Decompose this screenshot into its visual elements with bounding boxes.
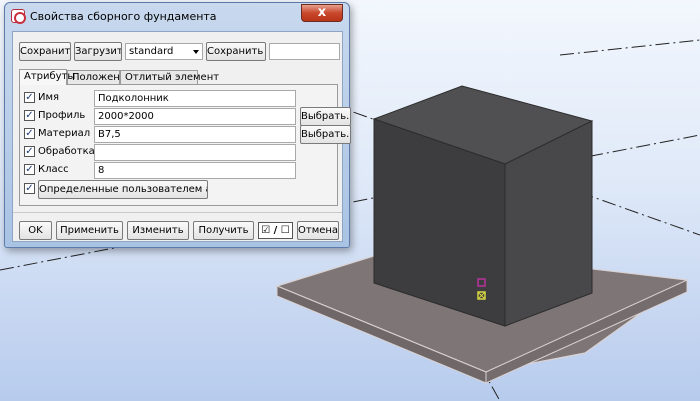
material-row: ✓ Материал B7,5 Выбрать... — [24, 125, 351, 144]
class-input[interactable]: 8 — [94, 162, 296, 179]
tab-attributes[interactable]: Атрибуты — [19, 69, 75, 85]
material-label: Материал — [38, 128, 91, 139]
save-button[interactable]: Сохранить — [19, 42, 71, 61]
precast-foundation-properties-dialog: Свойства сборного фундамента x Сохранить… — [4, 2, 351, 248]
preset-dropdown[interactable]: standard — [125, 43, 203, 60]
material-input[interactable]: B7,5 — [94, 126, 296, 143]
save-as-button[interactable]: Сохранить как — [206, 42, 266, 61]
toggle-all-checkboxes[interactable]: ☑ / ☐ — [258, 222, 293, 239]
load-button[interactable]: Загрузить — [74, 42, 122, 61]
attributes-panel: ✓ Имя Подколонник ✓ Профиль 2000*2000 Вы… — [19, 84, 351, 206]
material-checkbox[interactable]: ✓ — [24, 128, 35, 139]
footer-separator — [13, 212, 342, 213]
user-attributes-checkbox[interactable]: ✓ — [24, 183, 35, 194]
cancel-button[interactable]: Отмена — [297, 221, 339, 240]
preset-dropdown-value: standard — [129, 46, 174, 57]
pedestal-block[interactable] — [372, 85, 594, 327]
finish-row: ✓ Обработка — [24, 144, 334, 161]
user-attributes-row: ✓ Определенные пользователем атрибуты... — [24, 180, 334, 199]
dialog-client-area: Сохранить Загрузить standard Сохранить к… — [12, 31, 351, 242]
name-row: ✓ Имя Подколонник — [24, 90, 334, 107]
title-bar[interactable]: Свойства сборного фундамента x — [5, 3, 349, 29]
name-checkbox[interactable]: ✓ — [24, 92, 35, 103]
apply-button[interactable]: Применить — [56, 221, 123, 240]
profile-select-button[interactable]: Выбрать... — [300, 107, 351, 126]
app-icon — [11, 9, 26, 24]
class-checkbox[interactable]: ✓ — [24, 164, 35, 175]
user-attributes-button[interactable]: Определенные пользователем атрибуты... — [38, 180, 208, 199]
profile-row: ✓ Профиль 2000*2000 Выбрать... — [24, 107, 351, 126]
finish-label: Обработка — [38, 146, 95, 157]
finish-checkbox[interactable]: ✓ — [24, 146, 35, 157]
ok-button[interactable]: OK — [19, 221, 52, 240]
dialog-title: Свойства сборного фундамента — [30, 10, 217, 23]
get-button[interactable]: Получить — [193, 221, 254, 240]
close-button[interactable]: x — [301, 4, 343, 22]
name-input[interactable]: Подколонник — [94, 90, 296, 107]
profile-checkbox[interactable]: ✓ — [24, 110, 35, 121]
profile-input[interactable]: 2000*2000 — [94, 108, 296, 125]
class-row: ✓ Класс 8 — [24, 162, 334, 179]
finish-input[interactable] — [94, 144, 296, 161]
material-select-button[interactable]: Выбрать... — [300, 125, 351, 144]
class-label: Класс — [38, 164, 69, 175]
save-as-input[interactable] — [269, 43, 340, 60]
grid-line — [559, 39, 700, 56]
chevron-down-icon — [193, 50, 199, 54]
name-label: Имя — [38, 92, 60, 103]
tab-cast-unit[interactable]: Отлитый элемент — [120, 70, 219, 85]
modify-button[interactable]: Изменить — [127, 221, 189, 240]
profile-label: Профиль — [38, 110, 86, 121]
